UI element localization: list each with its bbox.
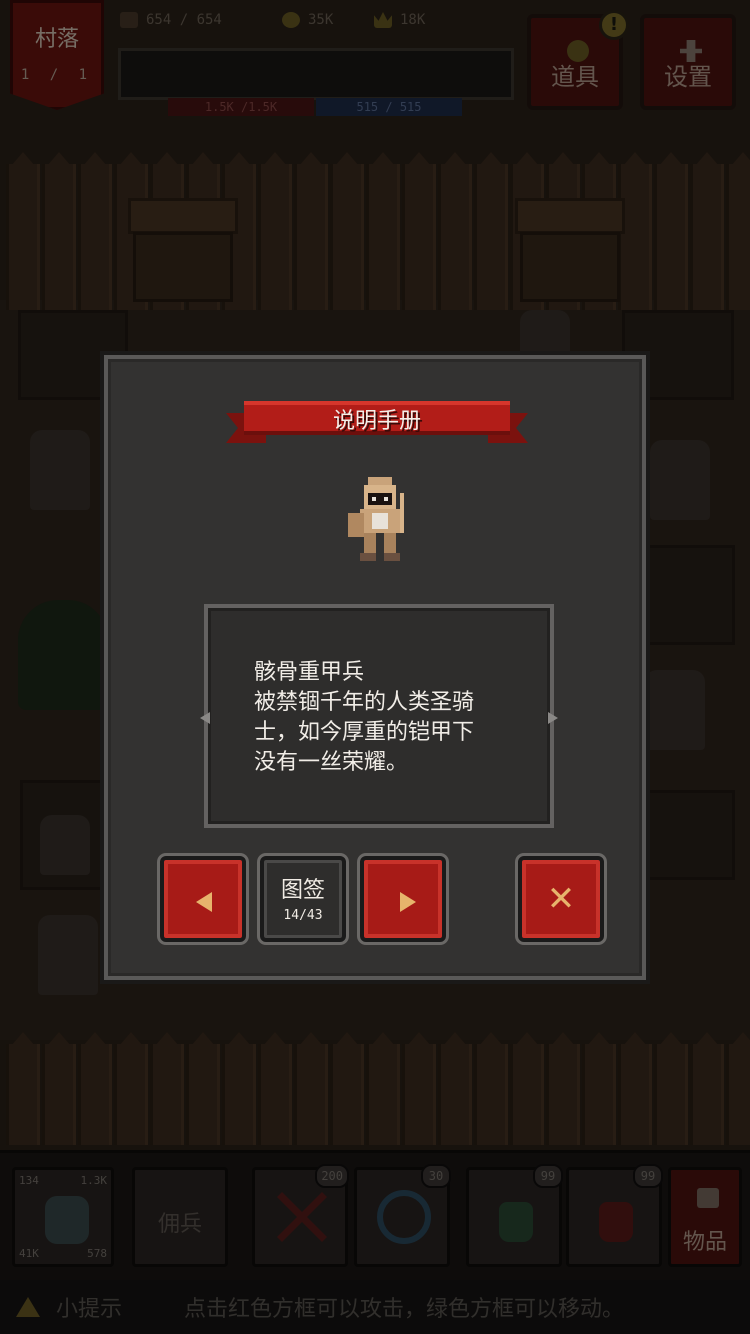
- skeleton-knight-sprite: [348, 477, 404, 561]
- prev-button[interactable]: [160, 856, 246, 942]
- monster-desc-line-3: 没有一丝荣耀。: [254, 750, 409, 775]
- monster-desc-line-2: 士，如今厚重的铠甲下: [254, 720, 475, 745]
- catalog-button[interactable]: 图签 14/43: [260, 856, 346, 942]
- catalog-label: 图签: [280, 878, 325, 903]
- right-arrow-icon: [400, 892, 416, 912]
- monster-desc-line-1: 被禁锢千年的人类圣骑: [254, 690, 475, 715]
- close-icon: ✕: [546, 879, 576, 919]
- left-arrow-icon: [196, 892, 212, 912]
- dialog-title: 说明手册: [332, 409, 421, 434]
- monster-name: 骸骨重甲兵: [254, 660, 365, 685]
- box-notch-right: [548, 712, 558, 724]
- description-box: 骸骨重甲兵 被禁锢千年的人类圣骑 士，如今厚重的铠甲下 没有一丝荣耀。: [200, 604, 558, 828]
- catalog-count: 14/43: [283, 908, 323, 923]
- box-notch-left: [200, 712, 210, 724]
- manual-dialog: 说明手册 骸骨重甲兵 被禁锢千年的人类圣骑 士，如今厚重的铠甲下 没有一丝荣耀。…: [104, 355, 646, 980]
- description-text: 骸骨重甲兵 被禁锢千年的人类圣骑 士，如今厚重的铠甲下 没有一丝荣耀。: [254, 658, 534, 778]
- close-button[interactable]: ✕: [518, 856, 604, 942]
- title-ribbon: 说明手册: [226, 401, 528, 443]
- next-button[interactable]: [360, 856, 446, 942]
